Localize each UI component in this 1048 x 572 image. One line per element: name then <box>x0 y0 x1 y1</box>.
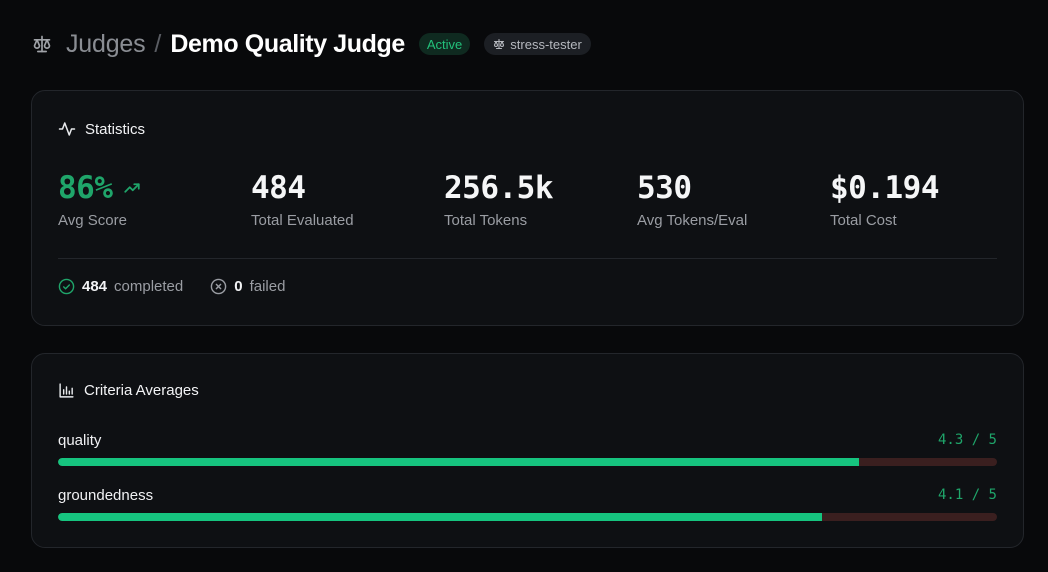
total-tokens-value: 256.5k <box>444 170 553 206</box>
avg-score-label: Avg Score <box>58 212 127 229</box>
failed-status: 0 failed <box>210 278 285 295</box>
criterion-bar-track <box>58 513 997 521</box>
stat-total-cost: $0.194 Total Cost <box>830 170 939 229</box>
x-circle-icon <box>210 278 227 295</box>
status-badge: Active <box>418 33 471 55</box>
criterion-bar-fill <box>58 458 859 466</box>
page-title: Demo Quality Judge <box>170 29 405 58</box>
stat-total-tokens: 256.5k Total Tokens <box>444 170 553 229</box>
criteria-title-label: Criteria Averages <box>84 382 199 399</box>
stat-avg-tokens: 530 Avg Tokens/Eval <box>637 170 748 229</box>
avg-score-value: 86% <box>58 170 113 206</box>
avg-tokens-value: 530 <box>637 170 692 206</box>
tag-badge-label: stress-tester <box>510 36 582 52</box>
statistics-card: Statistics 86% Avg Score 484 Total Evalu… <box>31 90 1024 326</box>
criterion-score: 4.3 / 5 <box>937 432 997 448</box>
criterion-score: 4.1 / 5 <box>937 487 997 503</box>
avg-score-value-row: 86% <box>58 170 141 206</box>
page-header: Judges / Demo Quality Judge Active stres… <box>32 28 591 60</box>
check-circle-icon <box>58 278 75 295</box>
activity-icon <box>58 120 76 138</box>
failed-label: failed <box>249 278 286 295</box>
total-cost-label: Total Cost <box>830 212 897 229</box>
criterion-row-groundedness: groundedness 4.1 / 5 <box>58 485 997 521</box>
total-cost-value: $0.194 <box>830 170 939 206</box>
total-evaluated-label: Total Evaluated <box>251 212 354 229</box>
failed-count: 0 <box>234 278 243 295</box>
completed-label: completed <box>114 278 184 295</box>
breadcrumb-separator: / <box>154 29 162 58</box>
criterion-name: groundedness <box>58 486 154 504</box>
criterion-name: quality <box>58 431 102 449</box>
bar-chart-icon <box>58 382 75 399</box>
scale-icon <box>32 34 52 54</box>
stats-divider <box>58 258 997 259</box>
statistics-card-title: Statistics <box>58 120 145 138</box>
trending-up-icon <box>123 179 141 197</box>
criterion-row-quality: quality 4.3 / 5 <box>58 430 997 466</box>
statistics-title-label: Statistics <box>85 120 146 138</box>
scale-icon <box>493 38 505 50</box>
criterion-bar-track <box>58 458 997 466</box>
avg-tokens-label: Avg Tokens/Eval <box>637 212 748 229</box>
total-tokens-label: Total Tokens <box>444 212 528 229</box>
stat-total-evaluated: 484 Total Evaluated <box>251 170 354 229</box>
stat-avg-score: 86% Avg Score <box>58 170 141 229</box>
status-summary: 484 completed 0 failed <box>58 278 312 295</box>
total-evaluated-value: 484 <box>251 170 306 206</box>
completed-status: 484 completed <box>58 278 183 295</box>
completed-count: 484 <box>82 278 108 295</box>
breadcrumb-judges-link[interactable]: Judges <box>66 30 146 59</box>
criteria-card-title: Criteria Averages <box>58 382 199 399</box>
criterion-bar-fill <box>58 513 823 521</box>
criteria-averages-card: Criteria Averages quality 4.3 / 5 ground… <box>31 353 1024 548</box>
tag-badge: stress-tester <box>484 33 591 55</box>
